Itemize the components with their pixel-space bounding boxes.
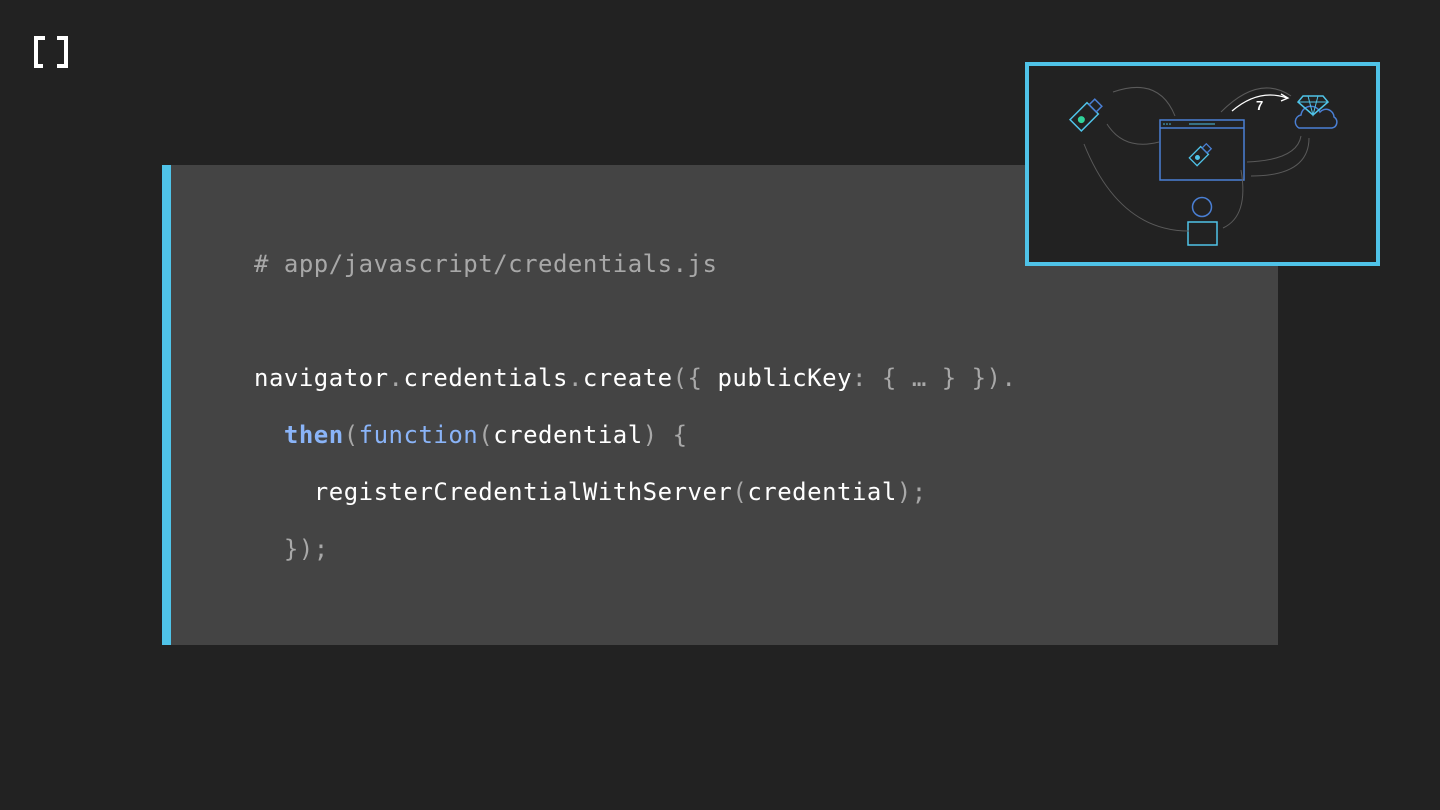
code-token: function	[358, 421, 479, 449]
browser-window-icon	[1159, 119, 1245, 181]
code-token: ({	[672, 364, 718, 392]
code-token: (	[732, 478, 748, 506]
code-line-4: });	[254, 535, 329, 563]
code-comment: # app/javascript/credentials.js	[254, 250, 718, 278]
flow-diagram-thumbnail: 7	[1025, 62, 1380, 266]
code-line-3: registerCredentialWithServer(credential)…	[254, 477, 927, 507]
code-accent-bar	[162, 165, 171, 645]
code-line-1: navigator.credentials.create({ publicKey…	[254, 363, 1016, 393]
code-token: create	[582, 364, 673, 392]
code-token: (	[343, 421, 359, 449]
code-token: credentials	[403, 364, 568, 392]
code-token: .	[567, 364, 583, 392]
code-token: : { … } }).	[852, 364, 1017, 392]
step-number: 7	[1256, 98, 1264, 113]
code-token: .	[388, 364, 404, 392]
code-token: credential	[747, 478, 897, 506]
code-token: publicKey	[717, 364, 853, 392]
user-icon	[1187, 196, 1218, 246]
code-line-2: then(function(credential) {	[254, 420, 688, 450]
cloud-gem-icon	[1294, 95, 1338, 129]
code-token: registerCredentialWithServer	[313, 478, 733, 506]
flow-diagram	[1068, 86, 1338, 246]
code-token: );	[896, 478, 927, 506]
code-token: credential	[493, 421, 643, 449]
code-token: (	[478, 421, 494, 449]
bracket-logo-icon	[34, 36, 68, 68]
code-token: navigator	[254, 364, 389, 392]
code-token: ) {	[642, 421, 688, 449]
code-token: then	[283, 421, 344, 449]
usb-key-icon	[1068, 98, 1103, 133]
